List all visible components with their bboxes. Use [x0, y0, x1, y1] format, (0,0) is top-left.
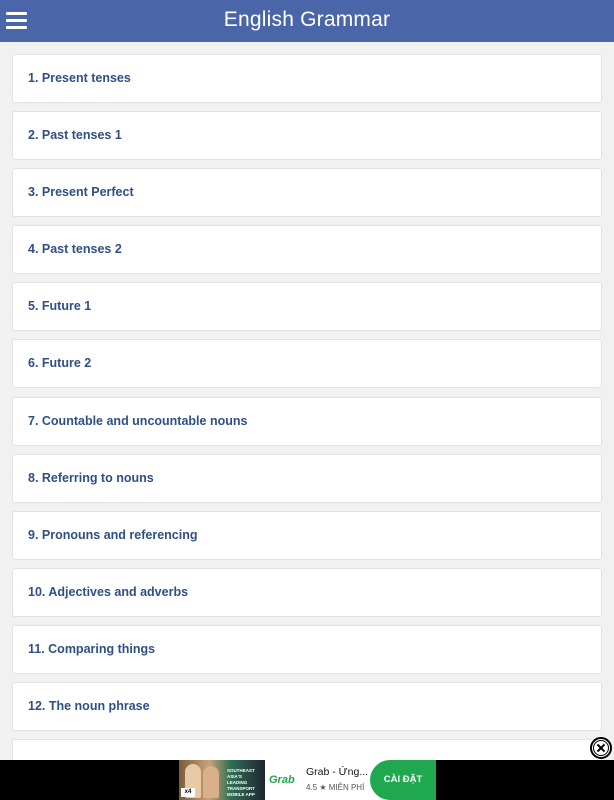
lesson-label: 1. Present tenses [28, 71, 131, 85]
lesson-label: 9. Pronouns and referencing [28, 528, 198, 542]
lesson-label: 3. Present Perfect [28, 185, 134, 199]
lesson-item-partial[interactable] [12, 739, 602, 760]
lesson-label: 12. The noun phrase [28, 699, 150, 713]
lesson-label: 7. Countable and uncountable nouns [28, 414, 248, 428]
lesson-item[interactable]: 5. Future 1 [12, 282, 602, 331]
app-title: English Grammar [223, 8, 391, 31]
lesson-item[interactable]: 12. The noun phrase [12, 682, 602, 731]
ad-photo: SOUTHEAST ASIA'S LEADING TRANSPORT MOBIL… [179, 760, 265, 800]
lesson-label: 11. Comparing things [28, 642, 156, 656]
lesson-label: 2. Past tenses 1 [28, 128, 122, 142]
lesson-label: 6. Future 2 [28, 356, 92, 370]
lesson-item[interactable]: 9. Pronouns and referencing [12, 511, 602, 560]
close-circle-icon[interactable] [590, 737, 612, 759]
lesson-item[interactable]: 2. Past tenses 1 [12, 111, 602, 160]
lesson-label: 8. Referring to nouns [28, 471, 154, 485]
lesson-item[interactable]: 10. Adjectives and adverbs [12, 568, 602, 617]
ad-badge: x4 [181, 788, 195, 797]
lesson-label: 4. Past tenses 2 [28, 242, 122, 256]
lesson-item[interactable]: 4. Past tenses 2 [12, 225, 602, 274]
ad-app-name: Grab - Ứng... [306, 766, 369, 778]
lesson-item[interactable]: 8. Referring to nouns [12, 454, 602, 503]
lesson-item[interactable]: 3. Present Perfect [12, 168, 602, 217]
app-bar: English Grammar [0, 0, 614, 42]
lesson-label: 10. Adjectives and adverbs [28, 585, 189, 599]
ad-photo-caption: SOUTHEAST ASIA'S LEADING TRANSPORT MOBIL… [227, 768, 255, 797]
lesson-list[interactable]: 1. Present tenses 2. Past tenses 1 3. Pr… [0, 42, 614, 760]
lesson-item[interactable]: 1. Present tenses [12, 54, 602, 103]
ad-rating: 4.5 ★ MIỄN PHÍ [306, 783, 365, 792]
lesson-item[interactable]: 11. Comparing things [12, 625, 602, 674]
lesson-item[interactable]: 6. Future 2 [12, 339, 602, 388]
grab-logo: Grab [269, 774, 295, 786]
install-button[interactable]: CÀI ĐẶT [370, 760, 436, 800]
lesson-item[interactable]: 7. Countable and uncountable nouns [12, 397, 602, 446]
lesson-label: 5. Future 1 [28, 299, 92, 313]
ad-banner[interactable]: SOUTHEAST ASIA'S LEADING TRANSPORT MOBIL… [179, 760, 436, 800]
